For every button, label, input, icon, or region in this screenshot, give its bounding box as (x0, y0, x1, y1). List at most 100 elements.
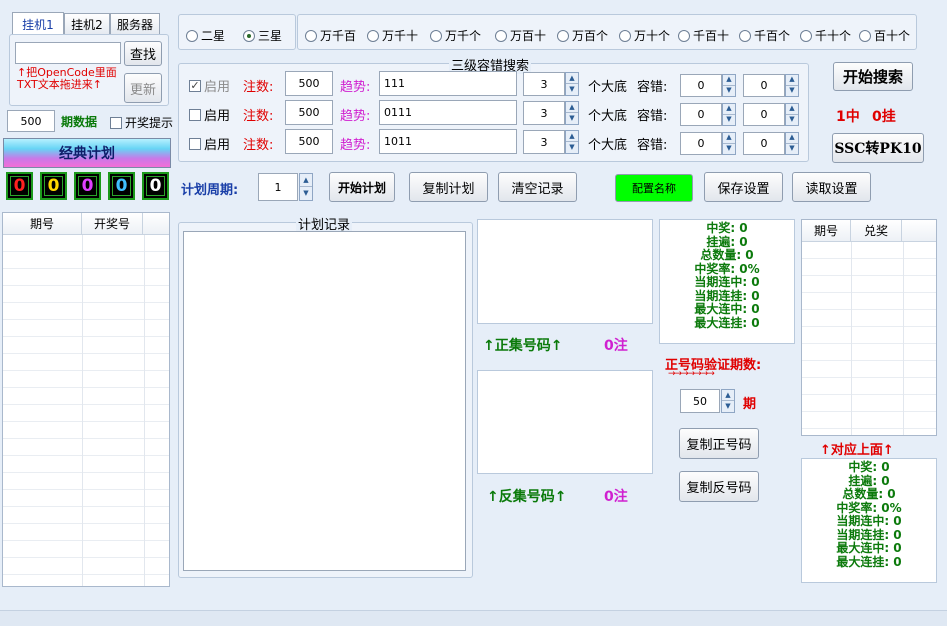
radio-position-1[interactable]: 万千十 (367, 27, 418, 44)
trend-input-2[interactable]: 1011 (379, 129, 517, 154)
spin-down-icon[interactable]: ▼ (723, 115, 735, 126)
bets-input-2[interactable]: 500 (285, 129, 333, 154)
radio-position-5[interactable]: 万十个 (619, 27, 670, 44)
spin-down-icon[interactable]: ▼ (722, 401, 734, 412)
start-search-button[interactable]: 开始搜索 (833, 62, 913, 91)
column-prize: 兑奖 (851, 220, 902, 241)
enable-checkbox-1[interactable]: 启用 (189, 105, 230, 124)
tab-server[interactable]: 服务器 (110, 13, 160, 34)
trend-input-0[interactable]: 111 (379, 71, 517, 96)
tolerance-spinner-a-0[interactable]: ▲ ▼ (722, 74, 736, 97)
trend-label: 趋势: (340, 138, 371, 153)
spin-down-icon[interactable]: ▼ (566, 142, 578, 153)
enable-checkbox-2[interactable]: 启用 (189, 134, 230, 153)
period-count-input[interactable]: 500 (7, 110, 55, 132)
spin-down-icon[interactable]: ▼ (566, 84, 578, 95)
tolerance-input-b-0[interactable]: 0 (743, 74, 785, 97)
clear-record-button[interactable]: 清空记录 (498, 172, 577, 202)
spin-up-icon[interactable]: ▲ (300, 174, 312, 187)
find-button[interactable]: 查找 (124, 41, 162, 66)
tab-guaji1[interactable]: 挂机1 (12, 12, 64, 35)
tolerance-input-a-2[interactable]: 0 (680, 132, 722, 155)
base-count-spinner-1[interactable]: ▲ ▼ (565, 101, 579, 125)
read-settings-button[interactable]: 读取设置 (792, 172, 871, 202)
spin-up-icon[interactable]: ▲ (723, 133, 735, 144)
config-name-button[interactable]: 配置名称 (615, 174, 693, 202)
stat-line: 挂遍: 0 (848, 473, 890, 488)
copy-positive-button[interactable]: 复制正号码 (679, 428, 759, 459)
negative-set-textarea[interactable] (477, 370, 653, 474)
base-count-input-0[interactable]: 3 (523, 72, 565, 96)
plan-cycle-spinner[interactable]: ▲ ▼ (299, 173, 313, 201)
radio-position-8[interactable]: 千十个 (800, 27, 851, 44)
spin-down-icon[interactable]: ▼ (786, 115, 798, 126)
spin-up-icon[interactable]: ▲ (723, 75, 735, 86)
positive-set-textarea[interactable] (477, 219, 653, 324)
tab-guaji2[interactable]: 挂机2 (64, 13, 110, 34)
save-settings-button[interactable]: 保存设置 (704, 172, 783, 202)
positive-set-label: ↑正集号码↑ (483, 338, 563, 354)
hit-count: 1中 (836, 109, 860, 125)
tolerance-input-a-0[interactable]: 0 (680, 74, 722, 97)
digit-display-3: 0 (74, 172, 101, 200)
spin-up-icon[interactable]: ▲ (786, 104, 798, 115)
open-prompt-checkbox[interactable]: 开奖提示 (110, 114, 173, 131)
spin-down-icon[interactable]: ▼ (786, 144, 798, 155)
tolerance-input-a-1[interactable]: 0 (680, 103, 722, 126)
verify-periods-spinner[interactable]: ▲ ▼ (721, 389, 735, 413)
spin-up-icon[interactable]: ▲ (723, 104, 735, 115)
tolerance-spinner-b-2[interactable]: ▲ ▼ (785, 132, 799, 155)
base-count-input-1[interactable]: 3 (523, 101, 565, 125)
bets-input-0[interactable]: 500 (285, 71, 333, 96)
verify-periods-input[interactable]: 50 (680, 389, 720, 413)
base-count-input-2[interactable]: 3 (523, 130, 565, 154)
base-count-spinner-2[interactable]: ▲ ▼ (565, 130, 579, 154)
base-count-spinner-0[interactable]: ▲ ▼ (565, 72, 579, 96)
draw-history-grid[interactable]: 期号 开奖号 (2, 212, 170, 587)
tolerance-input-b-2[interactable]: 0 (743, 132, 785, 155)
radio-position-0[interactable]: 万千百 (305, 27, 356, 44)
tolerance-spinner-a-2[interactable]: ▲ ▼ (722, 132, 736, 155)
spin-down-icon[interactable]: ▼ (300, 187, 312, 200)
trend-input-1[interactable]: 0111 (379, 100, 517, 125)
start-plan-button[interactable]: 开始计划 (329, 172, 395, 202)
spin-up-icon[interactable]: ▲ (786, 75, 798, 86)
enable-label: 启用 (204, 109, 231, 124)
opencode-path-input[interactable] (15, 42, 121, 64)
tolerance-input-b-1[interactable]: 0 (743, 103, 785, 126)
bets-input-1[interactable]: 500 (285, 100, 333, 125)
tolerance-spinner-b-0[interactable]: ▲ ▼ (785, 74, 799, 97)
prize-check-grid[interactable]: 期号 兑奖 (801, 219, 937, 436)
radio-position-6[interactable]: 千百十 (678, 27, 729, 44)
spin-down-icon[interactable]: ▼ (786, 86, 798, 97)
tolerance-spinner-a-1[interactable]: ▲ ▼ (722, 103, 736, 126)
spin-up-icon[interactable]: ▲ (722, 390, 734, 401)
verify-unit: 期 (743, 397, 757, 412)
tab-label: 挂机1 (22, 17, 54, 32)
spin-down-icon[interactable]: ▼ (566, 113, 578, 124)
spin-up-icon[interactable]: ▲ (566, 131, 578, 142)
radio-three-star[interactable]: 三星 (243, 27, 282, 44)
copy-plan-button[interactable]: 复制计划 (409, 172, 488, 202)
spin-up-icon[interactable]: ▲ (566, 73, 578, 84)
copy-negative-button[interactable]: 复制反号码 (679, 471, 759, 502)
negative-set-label: ↑反集号码↑ (487, 489, 567, 505)
spin-down-icon[interactable]: ▼ (723, 144, 735, 155)
plan-cycle-input[interactable]: 1 (258, 173, 298, 201)
enable-checkbox-0[interactable]: ✓ 启用 (189, 76, 230, 95)
classic-plan-button[interactable]: 经典计划 (3, 138, 171, 168)
tolerance-spinner-b-1[interactable]: ▲ ▼ (785, 103, 799, 126)
radio-position-4[interactable]: 万百个 (557, 27, 608, 44)
radio-position-9[interactable]: 百十个 (859, 27, 910, 44)
radio-position-3[interactable]: 万百十 (495, 27, 546, 44)
spin-down-icon[interactable]: ▼ (723, 86, 735, 97)
radio-two-star[interactable]: 二星 (186, 27, 225, 44)
radio-position-2[interactable]: 万千个 (430, 27, 481, 44)
spin-up-icon[interactable]: ▲ (566, 102, 578, 113)
radio-position-7[interactable]: 千百个 (739, 27, 790, 44)
ssc-to-pk10-button[interactable]: SSC转PK10 (832, 133, 924, 163)
spin-up-icon[interactable]: ▲ (786, 133, 798, 144)
update-button[interactable]: 更新 (124, 73, 162, 103)
stat-line: 中奖率: 0% (836, 500, 902, 515)
plan-record-textarea[interactable] (183, 231, 466, 571)
